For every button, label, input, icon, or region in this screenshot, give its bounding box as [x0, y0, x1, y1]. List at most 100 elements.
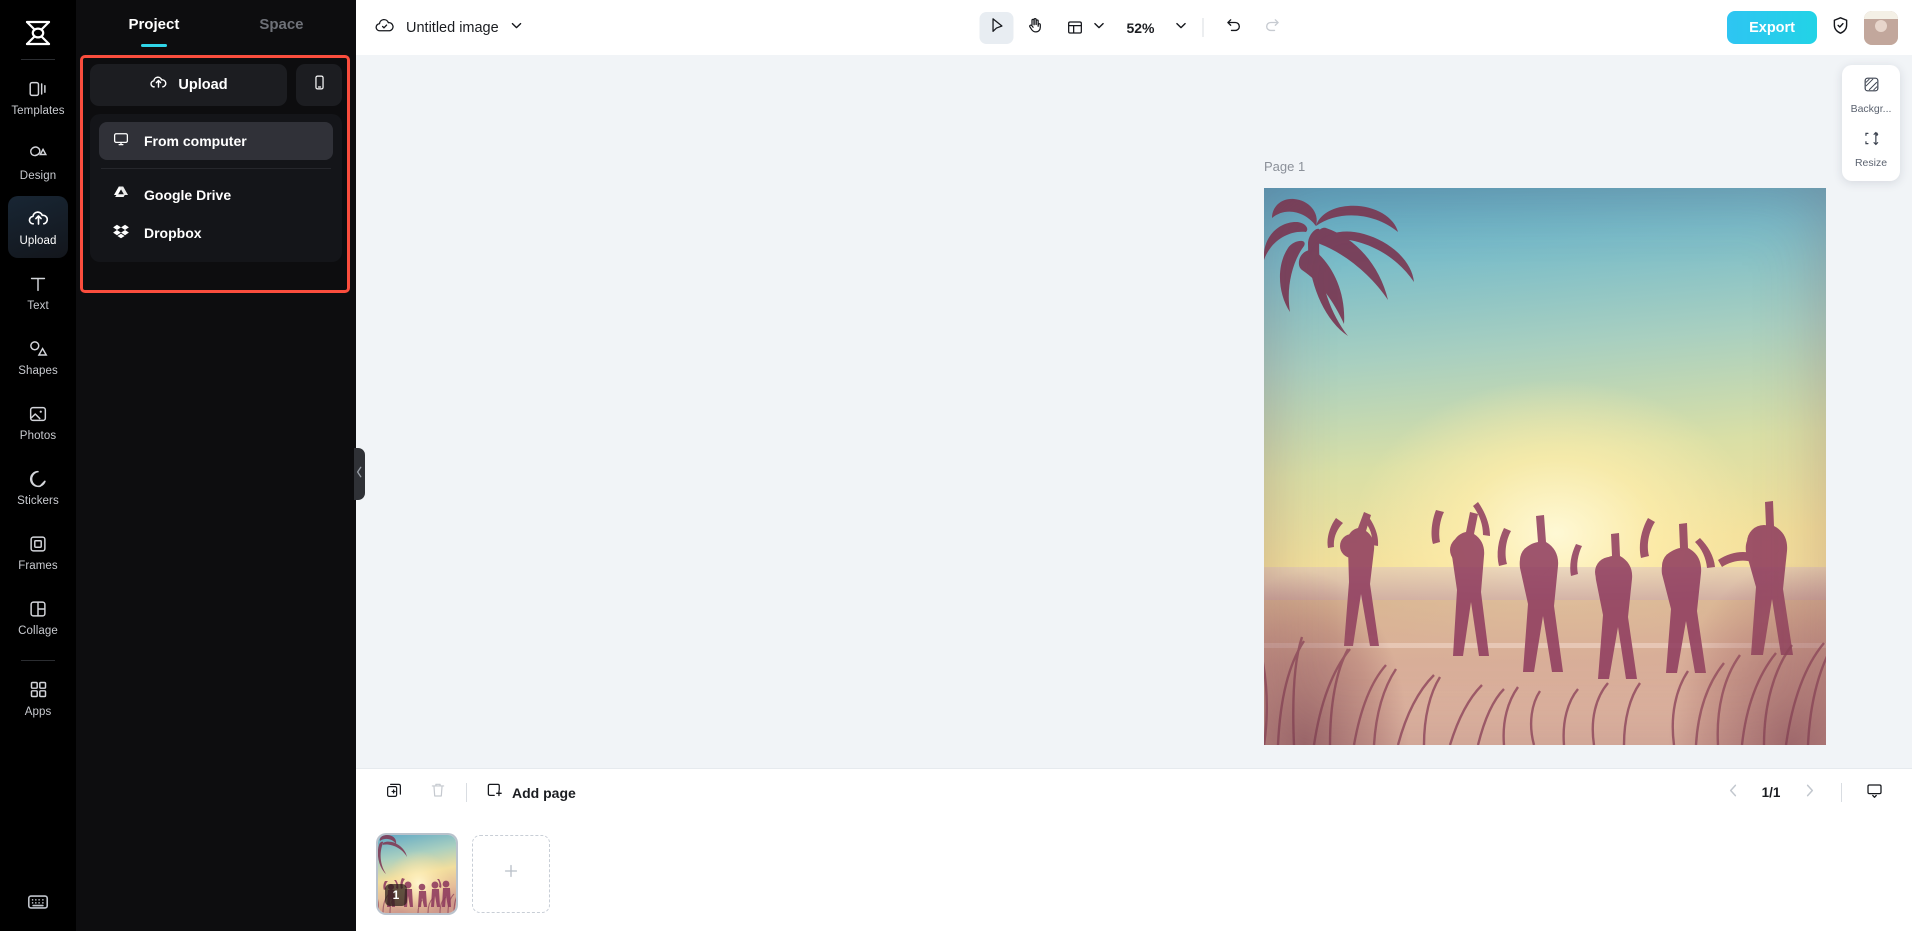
sidebar-item-label: Apps [25, 707, 52, 719]
sidebar-item-upload[interactable]: Upload [8, 196, 68, 258]
prev-page-button[interactable] [1717, 778, 1749, 808]
layout-tool-group[interactable] [1056, 12, 1108, 44]
sidebar-item-frames[interactable]: Frames [8, 521, 68, 583]
cloud-saved-icon [374, 15, 395, 41]
menu-item-label: From computer [144, 133, 247, 149]
hand-tool-button[interactable] [1018, 12, 1052, 44]
menu-item-google-drive[interactable]: Google Drive [99, 176, 333, 214]
upload-button[interactable]: Upload [90, 64, 287, 106]
sidebar-item-text[interactable]: Text [8, 261, 68, 323]
canvas-artwork[interactable] [1264, 188, 1826, 745]
document-title-group[interactable]: Untitled image [374, 15, 523, 41]
undo-button[interactable] [1217, 12, 1251, 44]
export-button[interactable]: Export [1727, 11, 1817, 44]
bottom-toolbar: Add page 1/1 [356, 768, 1912, 816]
rail-divider-top [21, 59, 55, 60]
left-icon-rail: Templates Design Upload [0, 0, 76, 931]
keyboard-shortcuts-icon[interactable] [25, 889, 51, 915]
chevron-left-icon [1726, 783, 1741, 803]
google-drive-icon [112, 184, 130, 207]
shapes-icon [26, 337, 50, 361]
sidebar-item-photos[interactable]: Photos [8, 391, 68, 453]
resize-button[interactable]: Resize [1846, 126, 1896, 172]
design-icon [26, 142, 50, 166]
select-tool-button[interactable] [980, 12, 1014, 44]
background-button[interactable]: Backgr... [1846, 72, 1896, 118]
menu-divider [101, 168, 331, 169]
menu-item-dropbox[interactable]: Dropbox [99, 214, 333, 252]
upload-actions-row: Upload [90, 64, 342, 106]
rail-bottom-area [0, 889, 76, 915]
tab-project[interactable]: Project [128, 16, 179, 36]
duplicate-page-icon [385, 781, 403, 804]
upload-panel-content: Upload [76, 52, 356, 262]
panel-tabs: Project Space [76, 0, 356, 52]
sidebar-item-shapes[interactable]: Shapes [8, 326, 68, 388]
frames-icon [26, 532, 50, 556]
sidebar-item-apps[interactable]: Apps [8, 667, 68, 729]
chevron-left-icon [356, 465, 363, 483]
page-thumbnail-1[interactable]: 1 [378, 835, 456, 913]
upload-source-menu: From computer Google Drive [90, 114, 342, 262]
app-root: Templates Design Upload [0, 0, 1912, 931]
undo-icon [1224, 16, 1243, 40]
sidebar-item-collage[interactable]: Collage [8, 586, 68, 648]
side-item-label: Backgr... [1851, 103, 1892, 115]
menu-item-from-computer[interactable]: From computer [99, 122, 333, 160]
bottom-right-divider [1841, 783, 1842, 802]
upload-panel: Project Space Upload [76, 0, 356, 931]
artwork-vignette [1264, 188, 1826, 745]
sidebar-item-label: Text [27, 301, 49, 313]
sidebar-item-templates[interactable]: Templates [8, 66, 68, 128]
apps-grid-icon [26, 678, 50, 702]
capcut-logo-icon[interactable] [18, 16, 58, 50]
plus-icon [501, 861, 521, 886]
hand-icon [1025, 16, 1044, 40]
text-icon [26, 272, 50, 296]
mobile-phone-icon [311, 74, 328, 96]
page-label: Page 1 [1264, 159, 1305, 174]
add-page-label: Add page [512, 785, 576, 801]
next-page-button[interactable] [1793, 778, 1825, 808]
duplicate-page-button[interactable] [378, 778, 410, 808]
delete-page-button[interactable] [422, 778, 454, 808]
layout-panel-icon [1058, 12, 1092, 44]
shield-check-icon[interactable] [1830, 15, 1851, 41]
templates-icon [26, 77, 50, 101]
tab-label: Project [128, 16, 179, 33]
page-title: Untitled image [406, 20, 499, 36]
canvas-side-toolbar: Backgr... Resize [1842, 65, 1900, 181]
sidebar-item-design[interactable]: Design [8, 131, 68, 193]
sidebar-item-label: Shapes [18, 366, 58, 378]
upload-cloud-icon [149, 73, 168, 97]
upload-cloud-icon [26, 207, 50, 231]
present-screen-icon [1865, 781, 1884, 805]
tab-label: Space [259, 16, 303, 33]
panel-collapse-handle[interactable] [354, 448, 365, 500]
main-area: Untitled image [356, 0, 1912, 931]
zoom-control[interactable]: 52% [1120, 19, 1190, 37]
upload-from-phone-button[interactable] [296, 64, 342, 106]
chevron-down-icon[interactable] [510, 19, 523, 37]
tab-space[interactable]: Space [259, 16, 303, 36]
add-page-thumbnail[interactable] [472, 835, 550, 913]
sidebar-item-label: Photos [20, 431, 56, 443]
add-page-button[interactable]: Add page [485, 781, 576, 804]
top-toolbar: Untitled image [356, 0, 1912, 55]
page-thumbnail-strip: 1 [356, 816, 1912, 931]
dropbox-icon [112, 222, 130, 245]
sidebar-item-label: Stickers [17, 496, 59, 508]
page-navigation: 1/1 [1717, 778, 1890, 808]
collage-icon [26, 597, 50, 621]
canvas-area[interactable]: Page 1 [356, 55, 1912, 768]
present-button[interactable] [1858, 778, 1890, 808]
monitor-icon [112, 130, 130, 153]
rail-divider-bottom [21, 660, 55, 661]
menu-item-label: Dropbox [144, 225, 202, 241]
photos-icon [26, 402, 50, 426]
redo-button[interactable] [1255, 12, 1289, 44]
resize-icon [1862, 129, 1881, 153]
sidebar-item-stickers[interactable]: Stickers [8, 456, 68, 518]
background-pattern-icon [1862, 75, 1881, 99]
avatar[interactable] [1864, 11, 1898, 45]
